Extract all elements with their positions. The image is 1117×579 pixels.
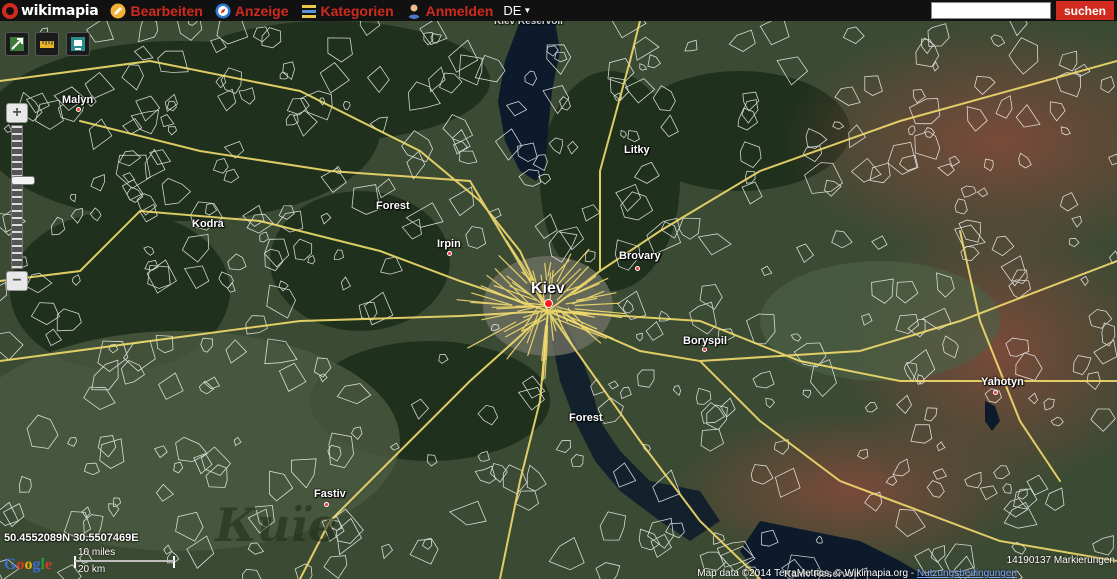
scale-miles-label: 10 miles — [78, 547, 116, 558]
menu-login[interactable]: Anmelden — [406, 2, 494, 19]
irpin-marker[interactable] — [447, 251, 452, 256]
zoom-out-button[interactable]: − — [6, 271, 28, 291]
marker-count: 14190137 Markierungen — [1006, 555, 1115, 566]
menu-login-label: Anmelden — [425, 2, 494, 19]
logo-text: wikimapia — [21, 2, 99, 19]
google-letter: G — [4, 556, 17, 573]
malyn-marker[interactable] — [76, 107, 81, 112]
kiev-marker[interactable] — [544, 299, 553, 308]
satellite-map[interactable]: Malyn Kodra Forest Irpin Kiev Litky Brov… — [0, 16, 1117, 579]
menu-categories-label: Kategorien — [320, 2, 394, 19]
menu-edit[interactable]: Bearbeiten — [110, 2, 203, 19]
place-label-forest-north[interactable]: Forest — [376, 200, 410, 212]
zoom-slider-track[interactable] — [11, 125, 35, 269]
map-attribution: Map data ©2014 TerraMetrics, © Wikimapia… — [697, 568, 1017, 579]
zoom-control: + − — [6, 103, 35, 293]
kiev-watermark: Київ — [215, 498, 338, 552]
place-label-litky[interactable]: Litky — [624, 144, 650, 156]
attribution-text: Map data ©2014 TerraMetrics, © Wikimapia… — [697, 568, 909, 579]
zoom-in-button[interactable]: + — [6, 103, 28, 123]
place-label-malyn[interactable]: Malyn — [62, 94, 93, 106]
menu-categories[interactable]: Kategorien — [301, 3, 394, 19]
place-label-yahotyn[interactable]: Yahotyn — [981, 376, 1024, 388]
locate-arrow-icon — [10, 37, 24, 51]
terms-link[interactable]: Nutzungsbedingungen — [917, 568, 1017, 579]
scale-bar: 10 miles 20 km — [74, 547, 184, 576]
place-label-forest-south[interactable]: Forest — [569, 412, 603, 424]
menu-view[interactable]: Anzeige — [215, 3, 289, 19]
zoom-slider-handle[interactable] — [11, 176, 35, 185]
map-tool-layers[interactable] — [66, 32, 90, 56]
boryspil-marker[interactable] — [702, 347, 707, 352]
map-tool-ruler[interactable] — [35, 32, 59, 56]
google-letter: e — [44, 556, 53, 573]
language-selector[interactable]: DE ▼ — [503, 3, 531, 18]
search-button[interactable]: suchen — [1056, 1, 1114, 20]
ruler-icon — [40, 41, 54, 48]
edit-icon — [110, 3, 126, 18]
wikimapia-logo-icon — [2, 2, 18, 19]
chevron-down-icon: ▼ — [523, 6, 532, 15]
search-input[interactable] — [931, 2, 1051, 19]
yahotyn-marker[interactable] — [993, 390, 998, 395]
google-logo[interactable]: Google — [4, 556, 52, 574]
layers-icon — [71, 37, 85, 51]
compass-icon — [215, 3, 231, 18]
place-label-irpin[interactable]: Irpin — [437, 238, 461, 250]
place-label-kiev[interactable]: Kiev — [531, 280, 565, 298]
map-canvas — [0, 21, 1117, 579]
menu-edit-label: Bearbeiten — [130, 2, 203, 19]
language-value: DE — [503, 3, 522, 18]
place-label-brovary[interactable]: Brovary — [619, 250, 661, 262]
map-tool-locate[interactable] — [5, 32, 29, 56]
cursor-coordinates: 50.4552089N 30.5507469E — [4, 532, 139, 544]
wikimapia-logo[interactable]: wikimapia — [0, 0, 99, 21]
place-label-boryspil[interactable]: Boryspil — [683, 335, 727, 347]
scale-km-label: 20 km — [78, 564, 106, 575]
menu-view-label: Anzeige — [234, 2, 289, 19]
brovary-marker[interactable] — [635, 266, 640, 271]
place-label-kodra[interactable]: Kodra — [192, 218, 224, 230]
top-navigation-bar: wikimapia Bearbeiten Anzeige Kategorien … — [0, 0, 1117, 21]
categories-icon — [301, 4, 316, 18]
user-icon — [407, 4, 420, 19]
